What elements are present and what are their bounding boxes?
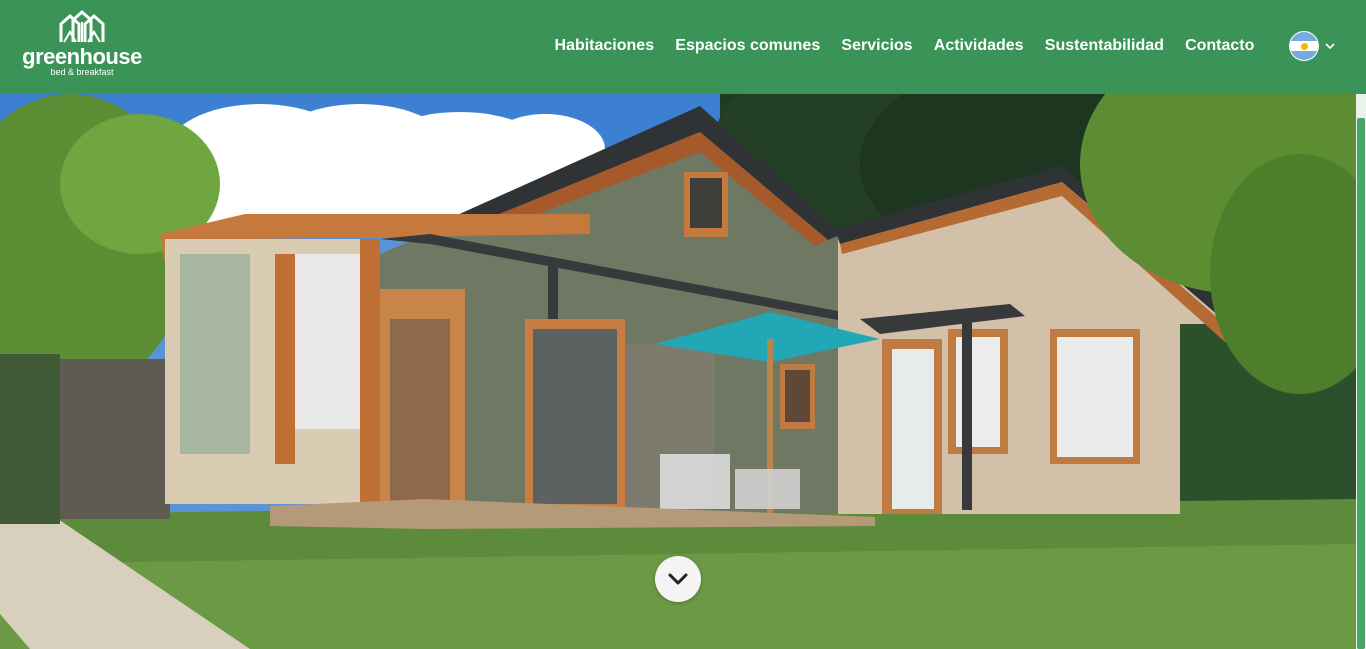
chevron-down-icon (1325, 42, 1335, 49)
site-header: greenhouse bed & breakfast Habitaciones … (0, 0, 1366, 94)
scrollbar-thumb[interactable] (1357, 118, 1365, 649)
main-nav: Habitaciones Espacios comunes Servicios … (544, 34, 1265, 58)
nav-item-servicios[interactable]: Servicios (831, 34, 923, 58)
chevron-down-icon (668, 573, 688, 585)
scroll-down-button[interactable] (655, 556, 701, 602)
brand-name: greenhouse (22, 44, 142, 69)
argentina-flag-icon (1289, 31, 1319, 61)
nav-item-espacios-comunes[interactable]: Espacios comunes (665, 34, 831, 58)
nav-item-habitaciones[interactable]: Habitaciones (544, 34, 665, 58)
nav-item-sustentabilidad[interactable]: Sustentabilidad (1034, 34, 1174, 58)
brand-logo[interactable]: greenhouse bed & breakfast (22, 10, 142, 82)
language-selector[interactable] (1289, 31, 1335, 61)
nav-item-actividades[interactable]: Actividades (923, 34, 1034, 58)
greenhouse-logo-icon (59, 10, 105, 43)
nav-item-contacto[interactable]: Contacto (1174, 34, 1265, 58)
